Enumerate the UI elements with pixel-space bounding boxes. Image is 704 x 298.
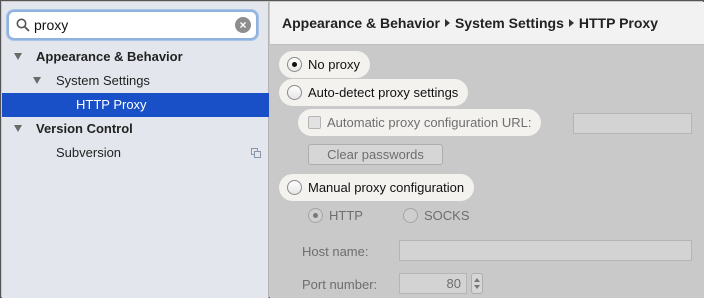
no-proxy-label: No proxy	[308, 57, 361, 72]
checkbox-icon[interactable]	[308, 116, 321, 129]
socks-label: SOCKS	[424, 208, 470, 223]
radio-icon[interactable]	[287, 85, 302, 100]
breadcrumb-arrow-icon	[444, 19, 450, 27]
tree-item-label: Appearance & Behavior	[36, 49, 183, 64]
port-number-label: Port number:	[302, 277, 378, 292]
breadcrumb-item: HTTP Proxy	[578, 15, 658, 31]
http-label: HTTP	[329, 208, 363, 223]
http-radio[interactable]: HTTP	[308, 208, 363, 223]
tree-item-version-control[interactable]: Version Control	[2, 117, 269, 141]
auto-detect-label: Auto-detect proxy settings	[308, 85, 459, 100]
tree-item-label: Subversion	[56, 145, 122, 160]
search-icon	[16, 18, 30, 32]
clear-passwords-button[interactable]: Clear passwords	[308, 144, 443, 165]
http-proxy-panel: No proxy Auto-detect proxy settings Auto…	[270, 45, 704, 298]
breadcrumb-item: System Settings	[454, 15, 564, 31]
breadcrumb-arrow-icon	[568, 19, 574, 27]
clear-search-icon[interactable]: ×	[235, 17, 251, 33]
search-input[interactable]	[34, 16, 234, 34]
tree-item-appearance-behavior[interactable]: Appearance & Behavior	[2, 45, 269, 69]
radio-selected-icon[interactable]	[308, 208, 323, 223]
settings-dialog: × Appearance & Behavior System Settings …	[0, 0, 704, 298]
tree-item-http-proxy[interactable]: HTTP Proxy	[2, 93, 269, 117]
expand-triangle-icon[interactable]	[14, 53, 22, 60]
port-number-field[interactable]: 80	[399, 273, 467, 294]
breadcrumb: Appearance & Behavior System Settings HTTP…	[282, 15, 658, 31]
settings-header: Appearance & Behavior System Settings HTTP…	[270, 2, 704, 45]
no-proxy-radio[interactable]: No proxy	[279, 51, 371, 78]
socks-radio[interactable]: SOCKS	[403, 208, 470, 223]
radio-icon[interactable]	[403, 208, 418, 223]
settings-sidebar: × Appearance & Behavior System Settings …	[2, 2, 269, 298]
spinner-up-icon[interactable]	[474, 278, 480, 282]
tree-item-label: HTTP Proxy	[76, 97, 147, 112]
auto-config-url-field[interactable]	[573, 113, 692, 134]
radio-icon[interactable]	[287, 180, 302, 195]
tree-item-subversion[interactable]: Subversion	[2, 141, 269, 165]
expand-triangle-icon[interactable]	[14, 125, 22, 132]
radio-selected-icon[interactable]	[287, 57, 302, 72]
tree-item-label: Version Control	[36, 121, 133, 136]
host-name-label: Host name:	[302, 244, 369, 259]
spinner-down-icon[interactable]	[474, 285, 480, 289]
port-spinner[interactable]	[471, 273, 483, 294]
settings-search-box[interactable]: ×	[7, 10, 258, 40]
host-name-field[interactable]	[399, 240, 692, 261]
manual-proxy-label: Manual proxy configuration	[308, 180, 465, 195]
auto-config-url-checkbox[interactable]: Automatic proxy configuration URL:	[298, 109, 542, 136]
auto-detect-radio[interactable]: Auto-detect proxy settings	[279, 79, 469, 106]
tree-item-label: System Settings	[56, 73, 150, 88]
breadcrumb-item: Appearance & Behavior	[282, 15, 440, 31]
manual-proxy-radio[interactable]: Manual proxy configuration	[279, 174, 475, 201]
auto-config-url-label: Automatic proxy configuration URL:	[327, 115, 532, 130]
tree-item-system-settings[interactable]: System Settings	[2, 69, 269, 93]
expand-triangle-icon[interactable]	[33, 77, 41, 84]
project-settings-icon	[251, 148, 261, 158]
